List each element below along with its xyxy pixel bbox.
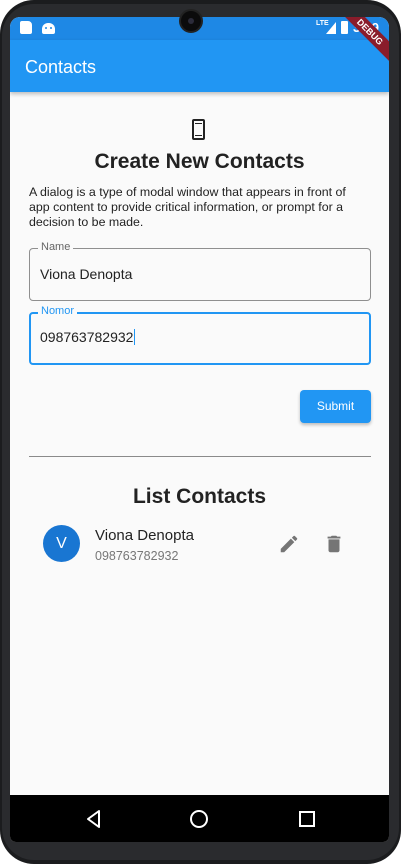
- number-field-value-wrap[interactable]: 098763782932: [40, 329, 340, 345]
- name-field-label: Name: [38, 241, 74, 253]
- avatar: V: [43, 525, 80, 562]
- number-field-value[interactable]: 098763782932: [40, 329, 133, 345]
- list-title: List Contacts: [132, 485, 266, 508]
- signal-icon: [326, 22, 336, 34]
- submit-button[interactable]: Submit: [300, 390, 371, 423]
- edit-icon[interactable]: [278, 533, 300, 555]
- number-field-label: Nomor: [38, 305, 78, 317]
- app-bar: Contacts: [10, 40, 389, 92]
- form-description: A dialog is a type of modal window that …: [29, 185, 346, 229]
- contact-name: Viona Denopta: [95, 527, 194, 544]
- home-icon[interactable]: [185, 805, 213, 833]
- name-field-value[interactable]: Viona Denopta: [40, 266, 340, 282]
- android-icon: [42, 23, 55, 34]
- system-nav-bar: [10, 795, 389, 842]
- back-icon[interactable]: [80, 805, 108, 833]
- device-frame: LTE 3:59 Contacts DEBUG Create New Conta…: [0, 0, 401, 864]
- text-caret: [134, 329, 136, 345]
- form-title: Create New Contacts: [94, 150, 305, 173]
- app-title: Contacts: [25, 57, 97, 77]
- recents-icon[interactable]: [293, 805, 321, 833]
- list-item[interactable]: V Viona Denopta 098763782932: [29, 521, 371, 569]
- sd-card-icon: [20, 21, 32, 34]
- contact-number: 098763782932: [95, 549, 179, 563]
- name-field[interactable]: Name Viona Denopta: [29, 241, 371, 301]
- screen: LTE 3:59 Contacts DEBUG Create New Conta…: [10, 17, 389, 842]
- delete-icon[interactable]: [323, 533, 345, 555]
- smartphone-icon: [192, 119, 205, 140]
- number-field[interactable]: Nomor 098763782932: [29, 305, 371, 365]
- divider: [29, 456, 371, 457]
- battery-icon: [341, 21, 348, 34]
- front-camera: [179, 9, 203, 33]
